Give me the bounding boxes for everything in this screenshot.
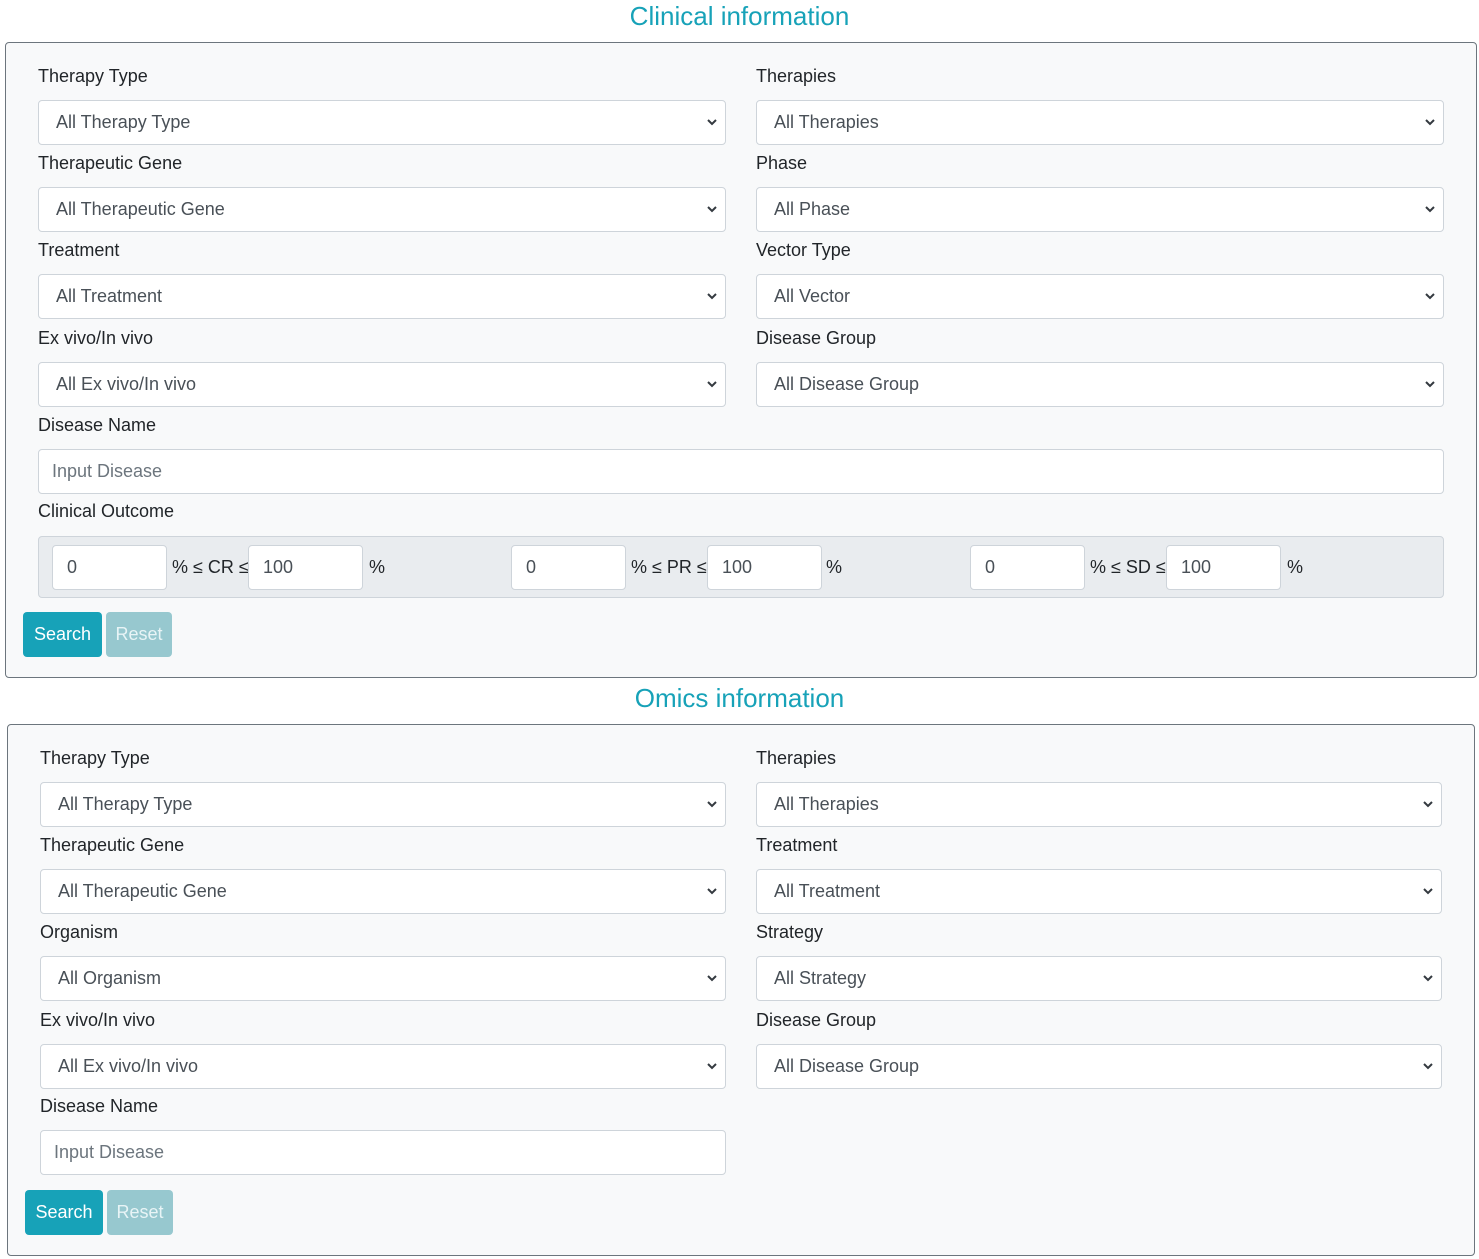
clinical-disease-group-label: Disease Group bbox=[756, 328, 877, 348]
chevron-down-icon bbox=[707, 888, 717, 895]
sd-operator-text: % ≤ SD ≤ bbox=[1090, 557, 1166, 577]
pr-min-input[interactable]: 0 bbox=[511, 545, 626, 590]
chevron-down-icon bbox=[1423, 801, 1433, 808]
clinical-phase-value: All Phase bbox=[774, 199, 851, 219]
omics-strategy-value: All Strategy bbox=[774, 968, 867, 988]
chevron-down-icon bbox=[1423, 888, 1433, 895]
omics-ex-vivo-value: All Ex vivo/In vivo bbox=[58, 1056, 199, 1076]
chevron-down-icon bbox=[1425, 381, 1435, 388]
omics-disease-name-input[interactable]: Input Disease bbox=[40, 1130, 726, 1175]
omics-section-title: Omics information bbox=[634, 683, 845, 713]
clinical-therapy-type-label: Therapy Type bbox=[38, 66, 148, 86]
clinical-therapies-value: All Therapies bbox=[774, 112, 879, 132]
clinical-vector-type-label: Vector Type bbox=[756, 240, 851, 260]
clinical-therapeutic-gene-label: Therapeutic Gene bbox=[38, 153, 183, 173]
chevron-down-icon bbox=[1423, 1063, 1433, 1070]
omics-therapies-label: Therapies bbox=[756, 748, 837, 768]
omics-therapeutic-gene-label: Therapeutic Gene bbox=[40, 835, 185, 855]
chevron-down-icon bbox=[707, 1063, 717, 1070]
clinical-treatment-select[interactable]: All Treatment bbox=[38, 274, 726, 319]
clinical-section-title: Clinical information bbox=[629, 1, 850, 31]
cr-unit-text: % bbox=[369, 557, 386, 577]
cr-operator-text: % ≤ CR ≤ bbox=[172, 557, 249, 577]
clinical-therapies-select[interactable]: All Therapies bbox=[756, 100, 1444, 145]
omics-therapy-type-value: All Therapy Type bbox=[58, 794, 193, 814]
omics-treatment-select[interactable]: All Treatment bbox=[756, 869, 1442, 914]
omics-organism-label: Organism bbox=[40, 922, 119, 942]
pr-max-input[interactable]: 100 bbox=[707, 545, 822, 590]
clinical-reset-button[interactable]: Reset bbox=[106, 612, 172, 657]
clinical-search-button[interactable]: Search bbox=[23, 612, 102, 657]
clinical-ex-vivo-value: All Ex vivo/In vivo bbox=[56, 374, 197, 394]
clinical-therapeutic-gene-value: All Therapeutic Gene bbox=[56, 199, 225, 219]
omics-therapeutic-gene-value: All Therapeutic Gene bbox=[58, 881, 227, 901]
omics-search-button[interactable]: Search bbox=[25, 1190, 103, 1235]
omics-ex-vivo-select[interactable]: All Ex vivo/In vivo bbox=[40, 1044, 726, 1089]
chevron-down-icon bbox=[1425, 119, 1435, 126]
clinical-vector-type-value: All Vector bbox=[774, 286, 851, 306]
omics-organism-value: All Organism bbox=[58, 968, 162, 988]
chevron-down-icon bbox=[707, 293, 717, 300]
clinical-disease-group-select[interactable]: All Disease Group bbox=[756, 362, 1444, 407]
omics-strategy-label: Strategy bbox=[756, 922, 824, 942]
clinical-phase-select[interactable]: All Phase bbox=[756, 187, 1444, 232]
omics-therapy-type-label: Therapy Type bbox=[40, 748, 150, 768]
chevron-down-icon bbox=[1425, 206, 1435, 213]
omics-strategy-select[interactable]: All Strategy bbox=[756, 956, 1442, 1001]
clinical-disease-group-value: All Disease Group bbox=[774, 374, 920, 394]
chevron-down-icon bbox=[707, 381, 717, 388]
clinical-phase-label: Phase bbox=[756, 153, 808, 173]
sd-max-input[interactable]: 100 bbox=[1166, 545, 1281, 590]
omics-treatment-label: Treatment bbox=[756, 835, 838, 855]
sd-min-input[interactable]: 0 bbox=[970, 545, 1085, 590]
omics-disease-group-select[interactable]: All Disease Group bbox=[756, 1044, 1442, 1089]
omics-therapeutic-gene-select[interactable]: All Therapeutic Gene bbox=[40, 869, 726, 914]
clinical-therapy-type-value: All Therapy Type bbox=[56, 112, 191, 132]
omics-therapies-select[interactable]: All Therapies bbox=[756, 782, 1442, 827]
clinical-therapies-label: Therapies bbox=[756, 66, 837, 86]
omics-organism-select[interactable]: All Organism bbox=[40, 956, 726, 1001]
pr-unit-text: % bbox=[826, 557, 843, 577]
omics-disease-group-value: All Disease Group bbox=[774, 1056, 920, 1076]
cr-max-input[interactable]: 100 bbox=[248, 545, 363, 590]
sd-unit-text: % bbox=[1287, 557, 1304, 577]
omics-disease-group-label: Disease Group bbox=[756, 1010, 877, 1030]
omics-disease-name-label: Disease Name bbox=[40, 1096, 159, 1116]
chevron-down-icon bbox=[1423, 975, 1433, 982]
omics-treatment-value: All Treatment bbox=[774, 881, 881, 901]
omics-therapy-type-select[interactable]: All Therapy Type bbox=[40, 782, 726, 827]
chevron-down-icon bbox=[707, 975, 717, 982]
clinical-outcome-label: Clinical Outcome bbox=[38, 501, 175, 521]
pr-operator-text: % ≤ PR ≤ bbox=[631, 557, 707, 577]
omics-reset-button[interactable]: Reset bbox=[107, 1190, 173, 1235]
chevron-down-icon bbox=[707, 801, 717, 808]
clinical-ex-vivo-label: Ex vivo/In vivo bbox=[38, 328, 154, 348]
clinical-therapeutic-gene-select[interactable]: All Therapeutic Gene bbox=[38, 187, 726, 232]
clinical-treatment-label: Treatment bbox=[38, 240, 120, 260]
clinical-disease-name-input[interactable]: Input Disease bbox=[38, 449, 1444, 494]
omics-ex-vivo-label: Ex vivo/In vivo bbox=[40, 1010, 156, 1030]
chevron-down-icon bbox=[707, 206, 717, 213]
clinical-ex-vivo-select[interactable]: All Ex vivo/In vivo bbox=[38, 362, 726, 407]
clinical-treatment-value: All Treatment bbox=[56, 286, 163, 306]
clinical-vector-type-select[interactable]: All Vector bbox=[756, 274, 1444, 319]
omics-therapies-value: All Therapies bbox=[774, 794, 879, 814]
chevron-down-icon bbox=[707, 119, 717, 126]
cr-min-input[interactable]: 0 bbox=[52, 545, 167, 590]
chevron-down-icon bbox=[1425, 293, 1435, 300]
clinical-disease-name-label: Disease Name bbox=[38, 415, 157, 435]
clinical-therapy-type-select[interactable]: All Therapy Type bbox=[38, 100, 726, 145]
